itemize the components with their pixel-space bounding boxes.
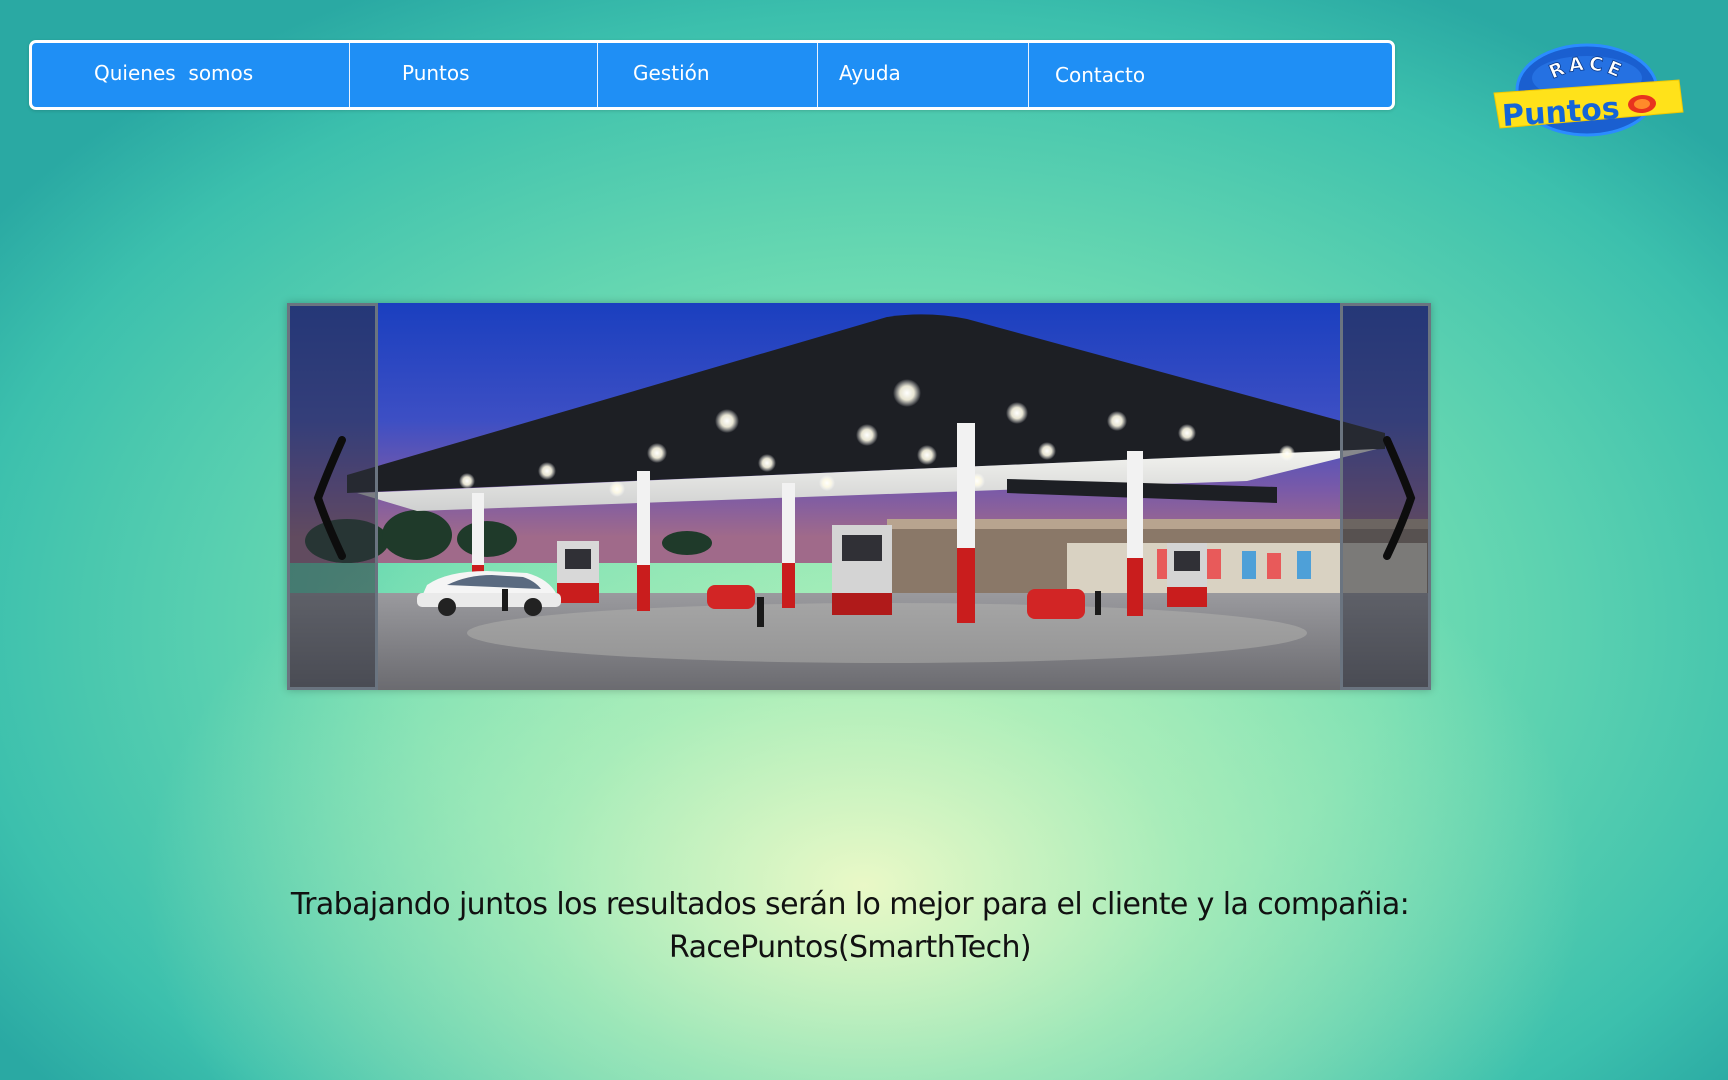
nav-item-gestion[interactable]: Gestión bbox=[598, 43, 818, 107]
nav-item-ayuda[interactable]: Ayuda bbox=[818, 43, 1029, 107]
slider-next-button[interactable] bbox=[1340, 303, 1431, 690]
nav-item-contacto[interactable]: Contacto bbox=[1029, 43, 1392, 107]
tagline: Trabajando juntos los resultados serán l… bbox=[0, 883, 1700, 969]
nav-item-label: Contacto bbox=[1055, 63, 1146, 87]
main-navbar: Quienes somos Puntos Gestión Ayuda Conta… bbox=[29, 40, 1395, 110]
tagline-line-1: Trabajando juntos los resultados serán l… bbox=[290, 887, 1410, 922]
slider-prev-button[interactable] bbox=[287, 303, 378, 690]
gas-station-image bbox=[287, 303, 1431, 690]
logo-graphic: RACE Puntos bbox=[1493, 43, 1684, 137]
nav-item-label: Gestión bbox=[633, 61, 710, 85]
race-puntos-logo[interactable]: RACE Puntos bbox=[1490, 40, 1690, 140]
image-slider bbox=[287, 303, 1431, 690]
nav-item-label: Ayuda bbox=[839, 61, 901, 85]
chevron-right-icon bbox=[1383, 436, 1416, 560]
nav-item-quienes-somos[interactable]: Quienes somos bbox=[32, 43, 350, 107]
nav-item-puntos[interactable]: Puntos bbox=[350, 43, 598, 107]
chevron-left-icon bbox=[313, 436, 346, 560]
nav-item-label: Puntos bbox=[402, 61, 470, 85]
nav-item-label: Quienes somos bbox=[94, 61, 254, 85]
tagline-line-2: RacePuntos(SmarthTech) bbox=[668, 930, 1032, 965]
